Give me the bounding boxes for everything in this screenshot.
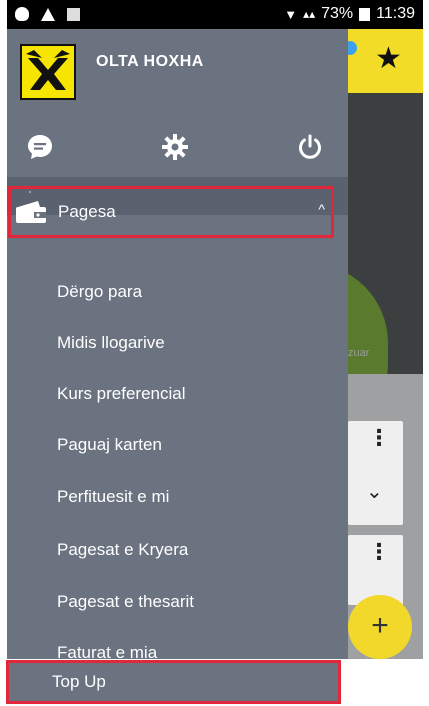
submenu-item-top-up[interactable]: Top Up (6, 660, 341, 704)
add-fab-button[interactable]: + (348, 595, 412, 659)
user-name: OLTA HOXHA (96, 53, 204, 70)
star-icon[interactable]: ★ (375, 41, 402, 76)
menu-item-pagesa[interactable]: Pagesa ^ (8, 186, 334, 238)
more-vert-icon[interactable]: ⋮ (368, 427, 390, 449)
submenu-item-top-up-label: Top Up (52, 672, 106, 691)
clock: 11:39 (376, 5, 415, 22)
background-label: zuar (348, 347, 370, 359)
submenu-item-pagesat-e-thesarit[interactable]: Pagesat e thesarit (57, 592, 194, 612)
cell-signal-icon: ▴▴ (303, 7, 316, 21)
chat-icon[interactable] (20, 127, 60, 167)
submenu-item-paguaj-karten[interactable]: Paguaj karten (57, 435, 162, 455)
header-actions (7, 127, 348, 167)
app-notification-icon (15, 7, 29, 21)
menu-item-pagesa-label: Pagesa (58, 202, 116, 221)
submenu-item-pagesat-e-kryera[interactable]: Pagesat e Kryera (57, 540, 188, 560)
submenu-item-dergo-para[interactable]: Dërgo para (57, 282, 142, 302)
background-dot (348, 41, 357, 55)
submenu-item-kurs-preferencial[interactable]: Kurs preferencial (57, 384, 186, 404)
background-card[interactable]: ⋮ ⌄ (348, 421, 403, 525)
status-bar: ▼ ▴▴ 73% 11:39 (7, 0, 423, 29)
chevron-down-icon[interactable]: ⌄ (366, 479, 383, 504)
battery-percentage: 73% (321, 5, 354, 22)
power-icon[interactable] (290, 127, 330, 167)
background-header: ★ (348, 29, 423, 93)
battery-icon (359, 7, 371, 21)
warning-icon (41, 7, 55, 21)
gear-icon[interactable] (155, 127, 195, 167)
bank-logo-icon (20, 44, 76, 100)
chevron-up-icon[interactable]: ^ (318, 201, 325, 217)
more-vert-icon[interactable]: ⋮ (368, 541, 390, 563)
wallet-icon (16, 201, 46, 223)
drawer-header: OLTA HOXHA (7, 29, 348, 177)
submenu-item-midis-llogarive[interactable]: Midis llogarive (57, 333, 165, 353)
image-notification-icon (67, 7, 80, 21)
wifi-icon: ▼ (284, 6, 298, 22)
background-app: ★ zuar ⋮ ⌄ ⋮ + (348, 29, 423, 659)
submenu-item-perfituesit-e-mi[interactable]: Perfituesit e mi (57, 487, 169, 507)
